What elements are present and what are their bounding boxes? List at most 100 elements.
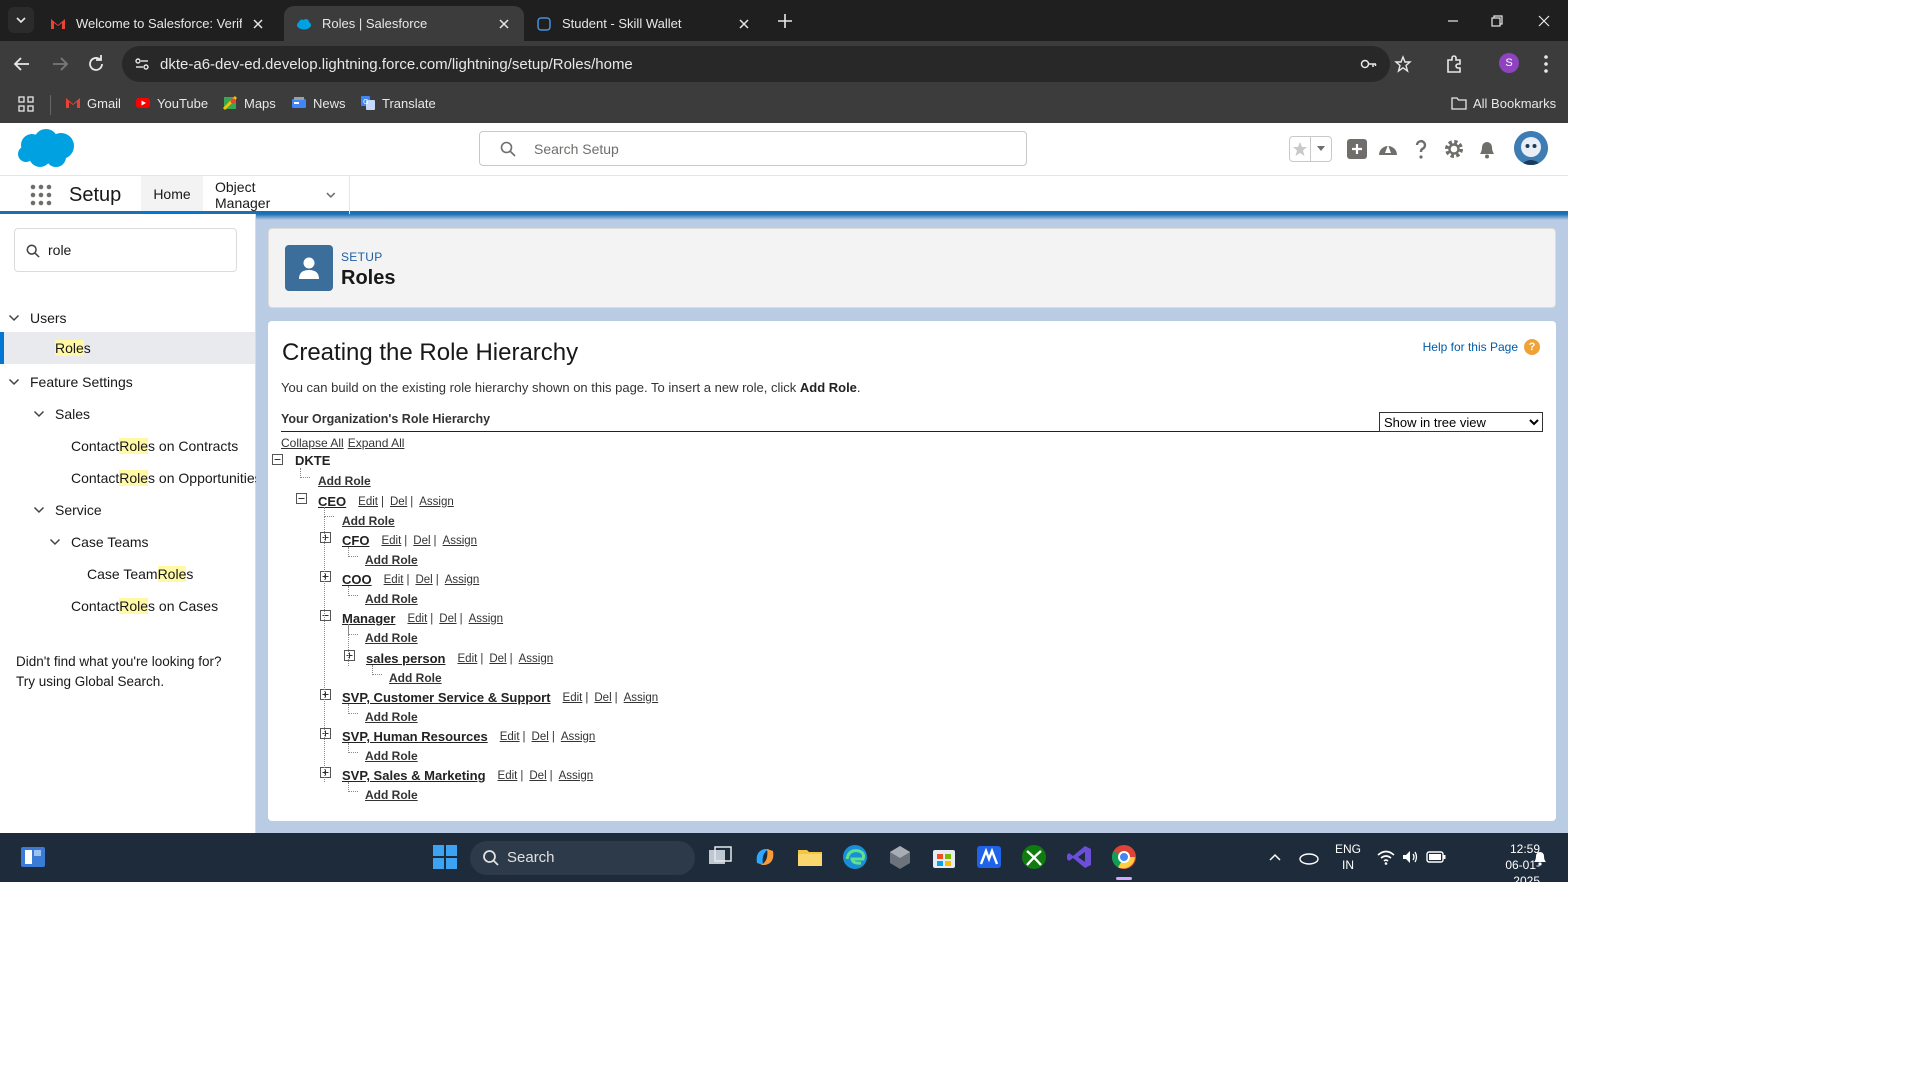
collapse-minus-icon[interactable]	[320, 610, 331, 621]
collapse-minus-icon[interactable]	[296, 493, 307, 504]
chevron-down-icon[interactable]	[49, 536, 61, 548]
sidebar-node-feature-settings[interactable]: Feature Settings	[8, 374, 133, 390]
role-name-link[interactable]: SVP, Customer Service & Support	[342, 690, 551, 705]
global-search-hint[interactable]: Try using Global Search.	[16, 672, 222, 692]
close-icon[interactable]	[250, 16, 266, 32]
del-link[interactable]: Del	[594, 692, 611, 704]
edit-link[interactable]: Edit	[407, 613, 427, 625]
visual-studio-icon[interactable]	[1065, 843, 1093, 871]
restore-icon[interactable]	[1486, 10, 1508, 32]
chrome-icon[interactable]	[1110, 843, 1138, 871]
tab-home[interactable]: Home	[141, 176, 203, 214]
del-link[interactable]: Del	[529, 770, 546, 782]
close-icon[interactable]	[496, 16, 512, 32]
tab-roles-salesforce[interactable]: Roles | Salesforce	[284, 6, 524, 41]
sidebar-node-sales[interactable]: Sales	[33, 406, 90, 422]
assign-link[interactable]: Assign	[445, 574, 480, 586]
bookmark-translate[interactable]: G Translate	[360, 95, 436, 111]
widgets-icon[interactable]	[20, 845, 46, 869]
assign-link[interactable]: Assign	[559, 770, 594, 782]
role-name-link[interactable]: Manager	[342, 611, 395, 626]
app-launcher-waffle-icon[interactable]	[30, 184, 52, 206]
setup-search-input[interactable]: Search Setup	[479, 131, 1027, 166]
assign-link[interactable]: Assign	[419, 496, 454, 508]
trailhead-guidance-icon[interactable]	[1376, 137, 1400, 161]
favorites-list-button[interactable]	[1310, 137, 1331, 161]
add-role-link[interactable]: Add Role	[365, 788, 418, 802]
role-name-link[interactable]: SVP, Human Resources	[342, 729, 488, 744]
role-name-link[interactable]: sales person	[366, 651, 446, 666]
collapse-all-link[interactable]: Collapse All	[281, 436, 344, 450]
xbox-icon[interactable]	[1020, 843, 1048, 871]
collapse-minus-icon[interactable]	[272, 454, 283, 465]
extensions-puzzle-icon[interactable]	[1443, 52, 1467, 76]
salesforce-logo-icon[interactable]	[16, 128, 76, 170]
bookmark-maps[interactable]: Maps	[222, 95, 276, 111]
add-role-link[interactable]: Add Role	[318, 474, 371, 488]
favorites-star-button[interactable]	[1290, 137, 1310, 161]
chevron-up-icon[interactable]	[1268, 851, 1282, 863]
chevron-down-icon[interactable]	[33, 408, 45, 420]
del-link[interactable]: Del	[390, 496, 407, 508]
del-link[interactable]: Del	[413, 535, 430, 547]
expand-plus-icon[interactable]	[320, 689, 331, 700]
view-mode-select[interactable]: Show in tree view	[1379, 412, 1543, 432]
copilot-icon[interactable]	[751, 843, 779, 871]
help-for-this-page-link[interactable]: Help for this Page ?	[1423, 339, 1540, 355]
sidebar-item-case-team-roles[interactable]: Case Team Role s	[87, 566, 193, 582]
quick-find-input[interactable]: role	[14, 228, 237, 272]
tab-object-manager[interactable]: Object Manager	[203, 176, 350, 214]
bookmark-news[interactable]: News	[291, 95, 346, 111]
reload-icon[interactable]	[84, 52, 108, 76]
expand-plus-icon[interactable]	[344, 650, 355, 661]
notification-bell-icon[interactable]	[1531, 849, 1549, 867]
bookmark-youtube[interactable]: YouTube	[135, 95, 208, 111]
sidebar-item-roles[interactable]: Role s	[0, 332, 255, 364]
sidebar-item-contact-roles-opportunities[interactable]: Contact Role s on Opportunities	[71, 470, 262, 486]
tab-gmail[interactable]: Welcome to Salesforce: Verify y	[38, 6, 278, 41]
help-question-icon[interactable]	[1409, 137, 1433, 161]
language-indicator[interactable]: ENG IN	[1330, 841, 1366, 873]
volume-icon[interactable]	[1401, 848, 1419, 866]
assign-link[interactable]: Assign	[519, 653, 554, 665]
edit-link[interactable]: Edit	[458, 653, 478, 665]
more-menu-icon[interactable]	[1534, 52, 1558, 76]
edit-link[interactable]: Edit	[381, 535, 401, 547]
edit-link[interactable]: Edit	[500, 731, 520, 743]
bookmark-gmail[interactable]: Gmail	[65, 95, 121, 111]
expand-plus-icon[interactable]	[320, 532, 331, 543]
sidebar-node-service[interactable]: Service	[33, 502, 102, 518]
user-avatar[interactable]	[1514, 131, 1548, 165]
app-cube-icon[interactable]	[886, 843, 914, 871]
del-link[interactable]: Del	[489, 653, 506, 665]
bookmark-star-icon[interactable]	[1394, 55, 1412, 73]
onedrive-cloud-icon[interactable]	[1298, 848, 1320, 866]
add-role-link[interactable]: Add Role	[365, 710, 418, 724]
apps-grid-icon[interactable]	[18, 96, 34, 112]
windows-start-icon[interactable]	[431, 843, 459, 871]
assign-link[interactable]: Assign	[624, 692, 659, 704]
new-tab-plus-icon[interactable]	[774, 10, 796, 32]
add-role-link[interactable]: Add Role	[365, 631, 418, 645]
assign-link[interactable]: Assign	[443, 535, 478, 547]
setup-gear-icon[interactable]	[1442, 137, 1466, 161]
role-name-link[interactable]: COO	[342, 572, 372, 587]
expand-all-link[interactable]: Expand All	[348, 436, 405, 450]
tab-skill-wallet[interactable]: Student - Skill Wallet	[524, 6, 764, 41]
app-m-icon[interactable]	[975, 843, 1003, 871]
expand-plus-icon[interactable]	[320, 728, 331, 739]
tab-search-button[interactable]	[8, 7, 34, 33]
role-name-link[interactable]: SVP, Sales & Marketing	[342, 768, 486, 783]
forward-arrow-icon[interactable]	[48, 52, 72, 76]
add-role-link[interactable]: Add Role	[365, 592, 418, 606]
sidebar-item-contact-roles-contracts[interactable]: Contact Role s on Contracts	[71, 438, 238, 454]
browser-profile-avatar[interactable]: S	[1499, 53, 1519, 73]
role-name-link[interactable]: CFO	[342, 533, 369, 548]
add-role-link[interactable]: Add Role	[365, 553, 418, 567]
del-link[interactable]: Del	[439, 613, 456, 625]
sidebar-node-users[interactable]: Users	[8, 310, 67, 326]
sidebar-item-contact-roles-cases[interactable]: Contact Role s on Cases	[71, 598, 218, 614]
window-close-icon[interactable]	[1533, 10, 1555, 32]
edge-browser-icon[interactable]	[841, 843, 869, 871]
task-view-icon[interactable]	[706, 843, 734, 871]
